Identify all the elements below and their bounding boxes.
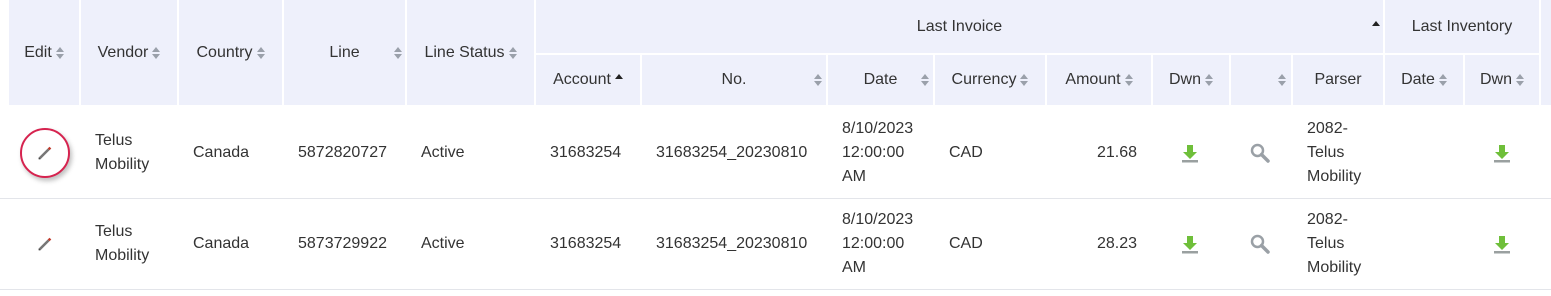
col-header-account-label: Account (553, 71, 611, 88)
line-status-text: Active (421, 143, 465, 161)
invoice-date-text: 8/10/2023 (842, 119, 914, 137)
col-header-inventory-dwn[interactable]: Dwn (1465, 55, 1541, 107)
sort-icon[interactable] (1205, 73, 1213, 87)
vendor-text: Telus (95, 131, 133, 149)
col-header-amount-label: Amount (1065, 71, 1121, 88)
sort-icon[interactable] (1124, 73, 1133, 87)
vendor-text: Mobility (95, 155, 150, 173)
sort-icon[interactable] (508, 46, 517, 60)
sort-icon[interactable] (1278, 73, 1286, 87)
col-header-line-label: Line (329, 43, 360, 61)
col-header-edit[interactable]: Edit (9, 0, 81, 107)
col-header-country[interactable]: Country (179, 0, 284, 107)
invoice-date-text: AM (842, 167, 866, 185)
parser-text: Mobility (1307, 259, 1362, 276)
group-header-last-inventory[interactable]: Last Inventory (1385, 0, 1541, 55)
line-status-text: Active (421, 235, 465, 252)
amount-text: 28.23 (1096, 235, 1137, 252)
account-text: 31683254 (550, 235, 622, 252)
invoice-no-text: 31683254_20230810 (656, 143, 808, 161)
currency-text: CAD (949, 143, 983, 161)
col-header-vendor[interactable]: Vendor (81, 0, 179, 107)
sort-icon[interactable] (1438, 73, 1447, 87)
sort-ascending-icon[interactable] (1372, 20, 1380, 34)
col-header-date[interactable]: Date (828, 55, 935, 107)
country-text: Canada (193, 143, 250, 161)
invoice-date-text: 12:00:00 (842, 235, 905, 252)
magnifier-icon[interactable] (1249, 142, 1271, 164)
col-header-line-status-label: Line Status (424, 43, 505, 61)
edit-button[interactable] (20, 219, 70, 269)
currency-text: CAD (949, 235, 983, 252)
group-header-last-inventory-label: Last Inventory (1411, 17, 1513, 35)
invoice-date-text: 8/10/2023 (842, 211, 914, 228)
country-text: Canada (193, 235, 250, 252)
col-header-inventory-date-label: Date (1401, 71, 1435, 88)
col-header-currency[interactable]: Currency (935, 55, 1047, 107)
col-header-dwn[interactable]: Dwn (1153, 55, 1231, 107)
amount-text: 21.68 (1096, 143, 1137, 161)
sort-icon[interactable] (814, 73, 822, 87)
download-icon[interactable] (1180, 143, 1200, 163)
col-header-currency-label: Currency (951, 71, 1017, 88)
invoice-date-text: 12:00:00 (842, 143, 905, 161)
sort-icon[interactable] (1516, 73, 1524, 87)
sort-ascending-icon[interactable] (614, 73, 623, 87)
col-header-dwn-label: Dwn (1168, 71, 1201, 88)
col-header-edit-label: Edit (24, 43, 52, 61)
pencil-icon (38, 237, 52, 251)
col-header-no-label: No. (721, 71, 747, 88)
invoice-date-text: AM (842, 259, 866, 276)
sort-icon[interactable] (256, 46, 265, 60)
col-header-vendor-label: Vendor (97, 43, 149, 61)
col-header-inventory-dwn-label: Dwn (1479, 71, 1512, 88)
col-header-inventory-date[interactable]: Date (1385, 55, 1465, 107)
parser-text: 2082- (1307, 211, 1348, 228)
col-header-line-status[interactable]: Line Status (407, 0, 536, 107)
sort-icon[interactable] (1020, 73, 1029, 87)
pencil-icon (38, 146, 52, 159)
sort-icon[interactable] (55, 46, 64, 60)
download-icon[interactable] (1180, 234, 1200, 254)
edit-cell (17, 199, 73, 289)
sort-icon[interactable] (394, 46, 402, 60)
col-header-country-label: Country (196, 43, 253, 61)
line-text: 5872820727 (298, 143, 387, 161)
edit-button[interactable] (20, 127, 70, 178)
table-row: Telus Mobility Canada 5873729922 Active 3… (0, 199, 1551, 290)
parser-text: 2082- (1307, 119, 1348, 137)
parser-text: Mobility (1307, 167, 1362, 185)
magnifier-icon[interactable] (1249, 233, 1271, 255)
col-header-parser[interactable]: Parser (1293, 55, 1385, 107)
col-header-line[interactable]: Line (284, 0, 407, 107)
account-text: 31683254 (550, 143, 622, 161)
parser-text: Telus (1307, 235, 1345, 252)
parser-text: Telus (1307, 143, 1345, 161)
download-icon[interactable] (1492, 234, 1512, 254)
group-header-last-invoice[interactable]: Last Invoice (536, 0, 1385, 55)
vendor-text: Telus (95, 223, 133, 240)
download-icon[interactable] (1492, 143, 1512, 163)
col-header-no[interactable]: No. (642, 55, 828, 107)
col-header-view[interactable] (1231, 55, 1293, 107)
edit-cell (17, 107, 73, 198)
sort-icon[interactable] (152, 46, 161, 60)
col-header-amount[interactable]: Amount (1047, 55, 1153, 107)
col-header-parser-label: Parser (1314, 71, 1362, 88)
sort-icon[interactable] (921, 73, 929, 87)
col-header-date-label: Date (863, 71, 898, 88)
line-text: 5873729922 (298, 235, 387, 252)
vendor-cell: Telus Mobility (95, 107, 179, 198)
col-header-account[interactable]: Account (536, 55, 642, 107)
table-row: Telus Mobility Canada 5872820727 Active 3… (0, 107, 1551, 199)
group-header-last-invoice-label: Last Invoice (916, 17, 1003, 35)
invoice-table: Edit Vendor Country Line Line Status Las… (0, 0, 1551, 296)
invoice-no-text: 31683254_20230810 (656, 235, 808, 252)
vendor-text: Mobility (95, 247, 150, 264)
header-filler (1541, 0, 1551, 107)
